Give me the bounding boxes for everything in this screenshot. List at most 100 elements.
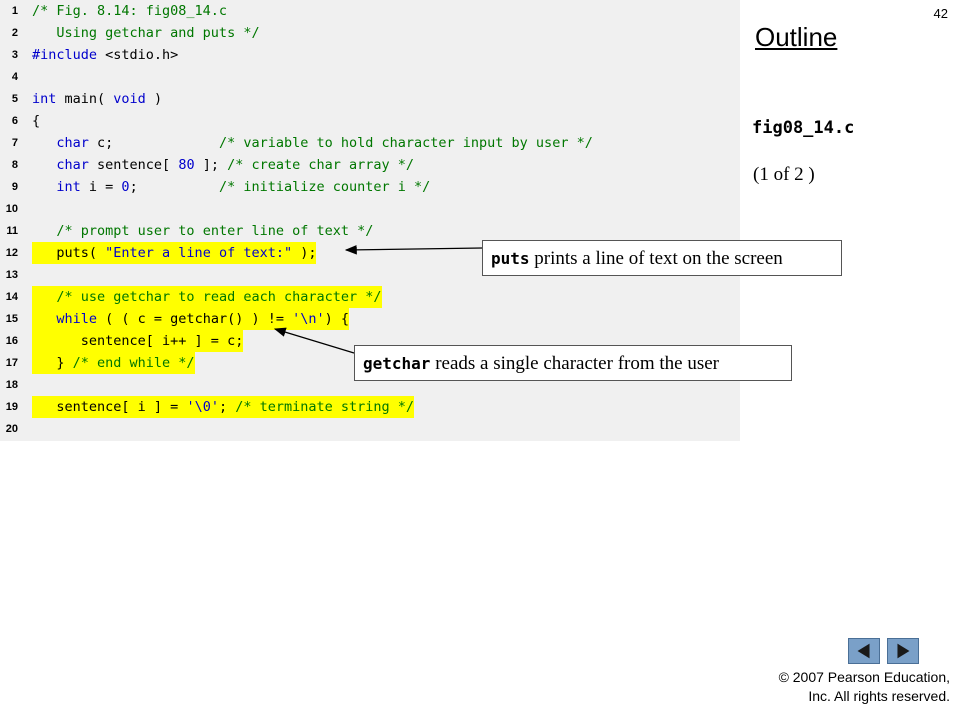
code-token: /* variable to hold character input by u… — [218, 135, 593, 151]
line-number: 10 — [5, 203, 18, 215]
triangle-right-icon — [897, 643, 910, 659]
line-number: 11 — [6, 225, 18, 237]
code-token: ]; — [194, 157, 228, 173]
getchar-term: getchar — [363, 354, 431, 373]
code-line: 15 while ( ( c = getchar() ) != '\n') { — [0, 308, 740, 330]
code-token: puts( — [32, 245, 106, 261]
code-text: sentence[ i++ ] = c; — [32, 330, 244, 352]
code-text: while ( ( c = getchar() ) != '\n') { — [32, 308, 350, 330]
next-slide-button[interactable] — [887, 638, 919, 664]
line-number: 2 — [11, 27, 18, 39]
line-number: 5 — [11, 93, 18, 105]
code-line: 8 char sentence[ 80 ]; /* create char ar… — [0, 154, 740, 176]
code-token: /* prompt user to enter line of text */ — [56, 223, 374, 239]
code-text: /* prompt user to enter line of text */ — [32, 220, 373, 242]
code-token: /* terminate string */ — [235, 399, 415, 415]
code-token: 80 — [178, 157, 195, 173]
line-number: 9 — [11, 181, 18, 193]
code-text: /* use getchar to read each character */ — [32, 286, 382, 308]
file-name-label: fig08_14.c — [752, 118, 855, 138]
line-number: 12 — [5, 247, 18, 259]
code-line: 11 /* prompt user to enter line of text … — [0, 220, 740, 242]
getchar-callout: getchar reads a single character from th… — [354, 345, 792, 381]
code-text: } /* end while */ — [32, 352, 195, 374]
code-line: 3 #include <stdio.h> — [0, 44, 740, 66]
code-text: char sentence[ 80 ]; /* create char arra… — [32, 154, 414, 176]
code-token: /* use getchar to read each character */ — [56, 289, 382, 305]
code-token: /* create char array */ — [227, 157, 415, 173]
copyright-line-2: Inc. All rights reserved. — [808, 688, 950, 704]
code-token: int — [56, 179, 81, 195]
code-token: sentence[ — [88, 157, 179, 173]
code-text: puts( "Enter a line of text:" ); — [32, 242, 317, 264]
code-line: 2 Using getchar and puts */ — [0, 22, 740, 44]
code-line: 4 — [0, 66, 740, 88]
line-number: 3 — [11, 49, 18, 61]
code-token: main( — [56, 91, 114, 107]
code-line: 9 int i = 0; /* initialize counter i */ — [0, 176, 740, 198]
code-line: 20 — [0, 418, 740, 440]
code-text: int i = 0; /* initialize counter i */ — [32, 176, 430, 198]
code-token: void — [113, 91, 146, 107]
puts-term: puts — [491, 249, 530, 268]
line-number: 7 — [11, 137, 18, 149]
code-token: sentence[ i ] = — [32, 399, 187, 415]
page-indicator: (1 of 2 ) — [753, 164, 815, 185]
code-token: c; — [88, 135, 219, 151]
code-line: 14 /* use getchar to read each character… — [0, 286, 740, 308]
puts-description: prints a line of text on the screen — [529, 248, 783, 269]
code-token: ; — [129, 179, 219, 195]
code-token: i = — [80, 179, 122, 195]
line-number: 18 — [5, 379, 18, 391]
code-token: int — [32, 91, 57, 107]
code-text: #include <stdio.h> — [32, 44, 178, 66]
code-token: /* initialize counter i */ — [218, 179, 431, 195]
line-number: 17 — [5, 357, 18, 369]
code-text: { — [32, 110, 40, 132]
code-token: /* end while */ — [72, 355, 195, 371]
outline-title[interactable]: Outline — [755, 22, 837, 53]
code-line: 6{ — [0, 110, 740, 132]
line-number: 4 — [11, 71, 18, 83]
line-number: 15 — [5, 313, 18, 325]
code-line: 19 sentence[ i ] = '\0'; /* terminate st… — [0, 396, 740, 418]
line-number: 1 — [11, 5, 18, 17]
puts-callout: puts prints a line of text on the screen — [482, 240, 842, 276]
line-number: 16 — [5, 335, 18, 347]
code-token: ; — [218, 399, 236, 415]
slide-number: 42 — [933, 6, 948, 21]
code-token: ); — [292, 245, 317, 261]
copyright-line-1: © 2007 Pearson Education, — [778, 669, 950, 685]
code-token: '\n' — [292, 311, 325, 327]
line-number: 20 — [5, 423, 18, 435]
code-token: char — [56, 135, 89, 151]
code-text: /* Fig. 8.14: fig08_14.c — [32, 0, 227, 22]
getchar-description: reads a single character from the user — [430, 353, 719, 374]
previous-slide-button[interactable] — [848, 638, 880, 664]
line-number: 6 — [11, 115, 18, 127]
code-token: "Enter a line of text:" — [105, 245, 293, 261]
code-token: 0 — [121, 179, 130, 195]
line-number: 8 — [11, 159, 18, 171]
code-line: 5 int main( void ) — [0, 88, 740, 110]
triangle-left-icon — [857, 643, 870, 659]
code-token: ( ( c = getchar() ) != — [97, 311, 293, 327]
code-token: char — [56, 157, 89, 173]
code-token: while — [56, 311, 98, 327]
code-text: sentence[ i ] = '\0'; /* terminate strin… — [32, 396, 415, 418]
line-number: 19 — [5, 401, 18, 413]
code-token: '\0' — [186, 399, 219, 415]
code-token: ) { — [324, 311, 350, 327]
code-text: char c; /* variable to hold character in… — [32, 132, 593, 154]
code-token: { — [32, 113, 41, 129]
code-line: 1 /* Fig. 8.14: fig08_14.c — [0, 0, 740, 22]
code-token: <stdio.h> — [97, 47, 179, 63]
code-token: Using getchar and puts */ — [32, 25, 260, 41]
code-token: } — [32, 355, 73, 371]
copyright-notice: © 2007 Pearson Education, Inc. All right… — [779, 668, 950, 706]
line-number: 13 — [5, 269, 18, 281]
